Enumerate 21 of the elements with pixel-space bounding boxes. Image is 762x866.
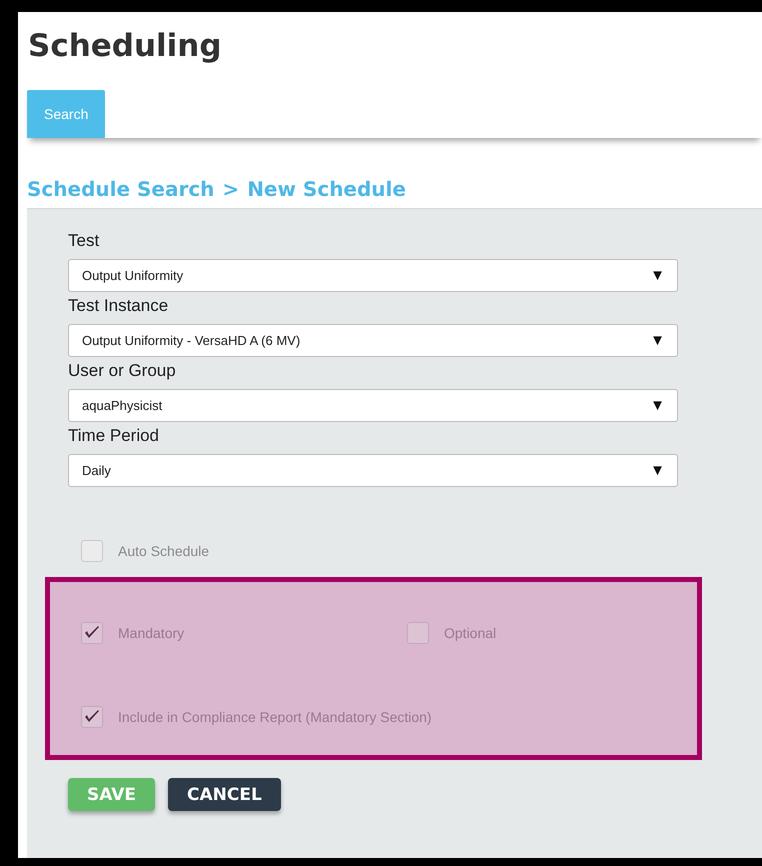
checkbox[interactable] <box>407 622 429 644</box>
field-label: Test <box>68 231 100 252</box>
checkbox[interactable] <box>81 706 103 728</box>
dropdown-field[interactable]: Daily ▼ <box>68 454 678 487</box>
check-icon <box>84 710 100 724</box>
checkbox-label: Include in Compliance Report (Mandatory Section) <box>118 709 432 725</box>
field-label: Time Period <box>68 426 160 447</box>
page-title: Scheduling <box>28 27 223 66</box>
dropdown-field[interactable]: Output Uniformity - VersaHD A (6 MV) ▼ <box>68 324 678 357</box>
checkbox[interactable] <box>81 622 103 644</box>
field-label: User or Group <box>68 361 177 382</box>
dropdown-field[interactable]: Output Uniformity ▼ <box>68 259 678 292</box>
field-label: Test Instance <box>68 296 170 317</box>
dropdown-field[interactable]: aquaPhysicist ▼ <box>68 389 678 422</box>
checkbox[interactable] <box>81 540 103 562</box>
cancel-button[interactable]: CANCEL <box>168 778 281 811</box>
check-icon <box>84 626 100 640</box>
checkbox-label: Optional <box>444 625 496 641</box>
breadcrumb-separator: > <box>222 176 240 202</box>
checkbox-label: Auto Schedule <box>118 543 210 559</box>
checkbox-label: Mandatory <box>118 625 184 641</box>
